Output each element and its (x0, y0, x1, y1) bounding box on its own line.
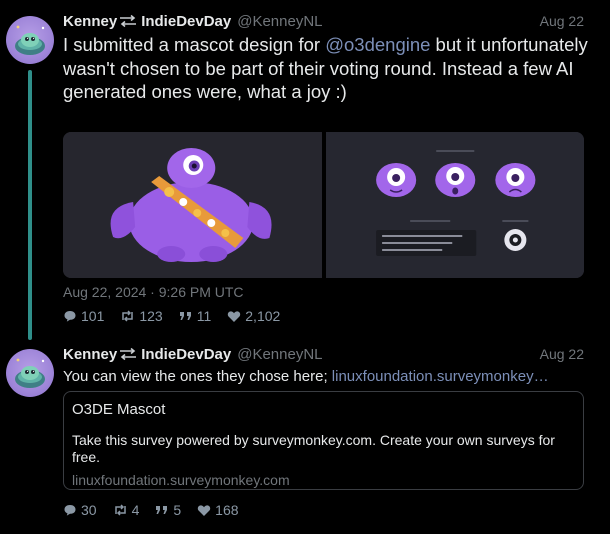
tweet-stats: 30 4 5 168 (63, 501, 255, 519)
survey-link[interactable]: linuxfoundation.surveymonkey… (332, 368, 549, 385)
quote-count: 5 (173, 502, 182, 518)
media-gallery (63, 132, 584, 278)
media-image[interactable] (63, 132, 322, 278)
card-description: Take this survey powered by surveymonkey… (72, 432, 555, 465)
tweet-date[interactable]: Aug 22 (540, 13, 584, 29)
reply-button[interactable]: 101 (63, 308, 104, 324)
tweet[interactable]: Kenney IndieDevDay @KenneyNL Aug 22 I su… (0, 0, 610, 340)
tweet-header: Kenney IndieDevDay @KenneyNL Aug 22 (63, 344, 584, 364)
card-title: O3DE Mascot (72, 401, 166, 418)
quote-icon (156, 506, 168, 514)
tweet-text-prefix: I submitted a mascot design for (63, 34, 326, 55)
quote-button[interactable]: 5 (155, 502, 181, 518)
reply-count: 30 (81, 502, 97, 518)
switch-arrows-icon (120, 347, 137, 361)
retweet-icon (122, 310, 134, 322)
retweet-count: 4 (131, 502, 140, 518)
user-handle[interactable]: @KenneyNL (237, 346, 322, 363)
thread-line (28, 70, 32, 340)
quote-button[interactable]: 11 (179, 308, 212, 324)
retweet-button[interactable]: 4 (113, 502, 140, 518)
tweet-date[interactable]: Aug 22 (540, 346, 584, 362)
purple-cyclops-mascot-image-icon (63, 132, 322, 278)
heart-icon (197, 504, 211, 516)
reply-count: 101 (81, 308, 105, 324)
avatar[interactable] (6, 16, 54, 64)
reply-button[interactable]: 30 (63, 502, 97, 518)
quote-icon (179, 312, 191, 320)
display-name[interactable]: Kenney (63, 346, 117, 363)
display-name-suffix[interactable]: IndieDevDay (141, 13, 231, 30)
reply-icon (64, 311, 76, 322)
display-name[interactable]: Kenney (63, 13, 117, 30)
like-count: 2,102 (245, 308, 281, 324)
like-button[interactable]: 168 (197, 502, 239, 518)
retweet-button[interactable]: 123 (120, 308, 163, 324)
display-name-suffix[interactable]: IndieDevDay (141, 346, 231, 363)
card-domain: linuxfoundation.surveymonkey.com (72, 472, 290, 488)
mascot-expressions-sheet-image-icon (325, 132, 584, 278)
tweet-timestamp[interactable]: Aug 22, 2024 · 9:26 PM UTC (63, 284, 244, 300)
tweet-text: You can view the ones they chose here; l… (63, 367, 583, 387)
reply-icon (64, 505, 76, 516)
media-image[interactable] (325, 132, 584, 278)
mention-link[interactable]: @o3dengine (325, 34, 430, 55)
tweet-stats: 101 123 11 2,102 (63, 307, 296, 325)
tweet[interactable]: Kenney IndieDevDay @KenneyNL Aug 22 You … (0, 340, 610, 534)
like-button[interactable]: 2,102 (227, 308, 280, 324)
retweet-count: 123 (139, 308, 163, 324)
link-preview-card[interactable]: O3DE Mascot Take this survey powered by … (63, 391, 584, 490)
tweet-header: Kenney IndieDevDay @KenneyNL Aug 22 (63, 11, 584, 31)
user-handle[interactable]: @KenneyNL (237, 13, 322, 30)
like-count: 168 (215, 502, 239, 518)
tweet-text-prefix: You can view the ones they chose here; (63, 368, 332, 385)
turtle-avatar-icon (15, 358, 45, 388)
switch-arrows-icon (120, 14, 137, 28)
tweet-text: I submitted a mascot design for @o3dengi… (63, 33, 593, 104)
retweet-icon (114, 504, 126, 516)
turtle-avatar-icon (15, 25, 45, 55)
quote-count: 11 (196, 308, 212, 324)
heart-icon (228, 310, 241, 322)
avatar[interactable] (6, 349, 54, 397)
